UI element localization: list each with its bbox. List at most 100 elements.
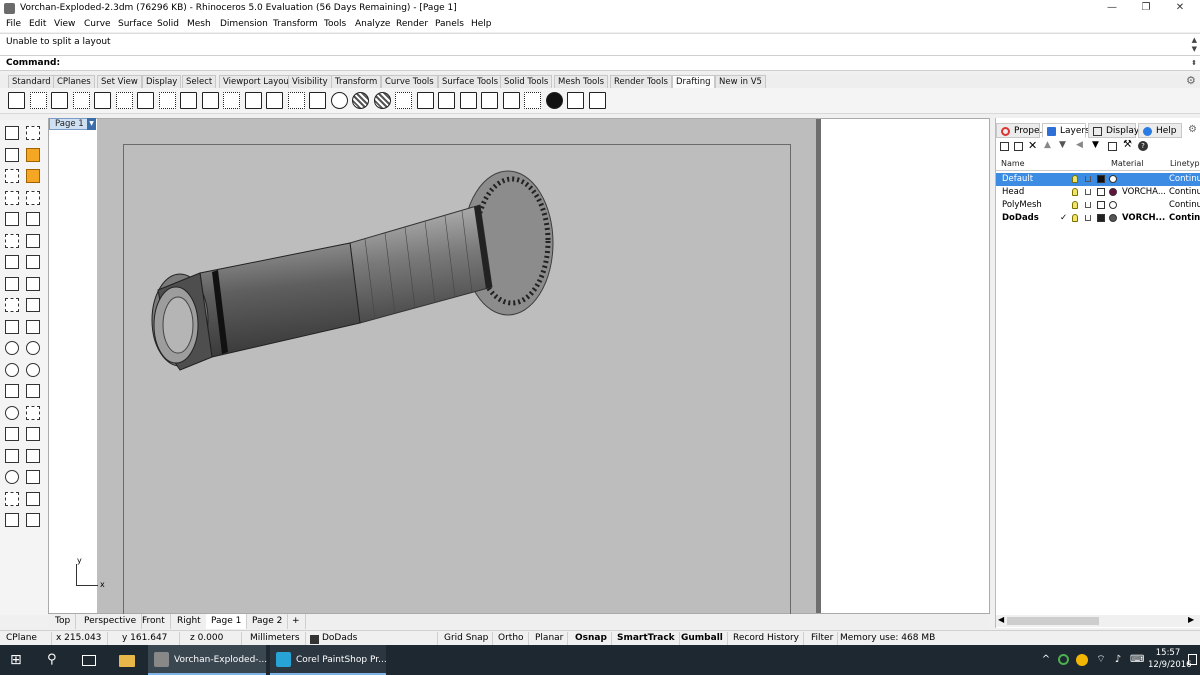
record-history-toggle[interactable]: Record History — [729, 632, 804, 646]
new-layout-icon[interactable] — [8, 92, 25, 109]
menu-transform[interactable]: Transform — [273, 19, 318, 29]
close-button[interactable]: ✕ — [1160, 0, 1200, 17]
freeform-icon[interactable] — [26, 233, 40, 248]
page-properties-icon[interactable] — [51, 92, 68, 109]
filter-toggle[interactable]: Filter — [807, 632, 839, 646]
text-object-icon[interactable] — [481, 92, 498, 109]
tab-page-2[interactable]: Page 2 — [247, 614, 289, 629]
recess-icon[interactable] — [416, 92, 434, 109]
windows-start-icon[interactable]: ⊞ — [10, 652, 26, 668]
make2d-icon[interactable] — [395, 92, 412, 109]
leader-icon[interactable] — [287, 92, 305, 109]
ortho-toggle[interactable]: Ortho — [494, 632, 529, 646]
layer-row[interactable]: PolyMesh Continuo — [996, 199, 1200, 212]
tab-standard[interactable]: Standard — [8, 75, 55, 88]
tab-perspective[interactable]: Perspective — [79, 614, 143, 629]
layer-linetype[interactable]: Continuo — [1169, 200, 1200, 210]
material-icon[interactable] — [1109, 188, 1117, 196]
tab-select[interactable]: Select — [182, 75, 217, 88]
circle-icon[interactable] — [26, 190, 40, 205]
bulb-icon[interactable] — [1072, 201, 1078, 209]
print-setup-icon[interactable] — [588, 92, 606, 109]
tab-drafting[interactable]: Drafting — [672, 75, 715, 88]
unlock-icon[interactable] — [1085, 215, 1091, 221]
delete-layer-icon[interactable]: ✕ — [1028, 139, 1037, 152]
layer-row[interactable]: DoDads✓ VORCH...Continuo — [996, 212, 1200, 225]
material-icon[interactable] — [1109, 214, 1117, 222]
page-icon[interactable] — [29, 92, 47, 109]
tab-surface-tools[interactable]: Surface Tools — [438, 75, 503, 88]
aligned-dimension-icon[interactable] — [137, 92, 154, 109]
menu-tools[interactable]: Tools — [324, 19, 346, 29]
menu-analyze[interactable]: Analyze — [355, 19, 390, 29]
rotate-icon[interactable] — [5, 362, 19, 377]
copy-layout-icon[interactable] — [72, 92, 90, 109]
material-icon[interactable] — [1109, 201, 1117, 209]
panel-tab-layers[interactable]: Layers — [1042, 123, 1090, 138]
menu-curve[interactable]: Curve — [84, 19, 111, 29]
radius-dimension-icon[interactable] — [201, 92, 219, 109]
layer-linetype[interactable]: Continuo — [1169, 187, 1200, 197]
ellipse-icon[interactable] — [26, 212, 40, 226]
cap-icon[interactable] — [26, 405, 40, 420]
tab-render-tools[interactable]: Render Tools — [610, 75, 672, 88]
layer-material[interactable]: VORCH... — [1122, 213, 1166, 223]
layer-help-icon[interactable]: ? — [1138, 141, 1148, 151]
layer-state-icon[interactable] — [1108, 142, 1117, 151]
scroll-up-icon[interactable]: ▲ — [1192, 36, 1197, 44]
move-up-icon[interactable]: ▲ — [1044, 140, 1051, 150]
model-render[interactable] — [140, 165, 570, 380]
text-icon[interactable] — [266, 92, 283, 109]
bulb-icon[interactable] — [1072, 214, 1078, 222]
scroll-down-icon[interactable]: ▼ — [1192, 45, 1197, 53]
panel-tab-display[interactable]: Display — [1088, 123, 1139, 138]
linear-dimension-icon[interactable] — [115, 92, 133, 109]
surface-icon[interactable] — [5, 255, 19, 269]
layer-color-swatch[interactable] — [1097, 201, 1105, 209]
filter-icon[interactable]: ▼ — [1092, 140, 1099, 150]
tab-mesh-tools[interactable]: Mesh Tools — [554, 75, 609, 88]
file-explorer-icon[interactable] — [119, 655, 135, 667]
new-layer-icon[interactable] — [1000, 142, 1009, 151]
cplane-label[interactable]: CPlane — [2, 632, 52, 646]
move-out-icon[interactable]: ◀ — [1076, 140, 1083, 150]
render-icon[interactable] — [5, 470, 19, 484]
sphere-icon[interactable] — [545, 92, 563, 109]
scale-icon[interactable] — [26, 362, 40, 377]
hatch-icon[interactable] — [352, 92, 369, 109]
menu-edit[interactable]: Edit — [29, 19, 46, 29]
ordinate-dimension-icon[interactable] — [244, 92, 262, 109]
layer-material[interactable]: VORCHA... — [1122, 187, 1166, 197]
add-layout-button[interactable]: + — [287, 614, 306, 629]
layer-linetype[interactable]: Continuo — [1169, 213, 1200, 223]
menu-view[interactable]: View — [54, 19, 75, 29]
menu-render[interactable]: Render — [396, 19, 428, 29]
header-material[interactable]: Material — [1111, 159, 1144, 168]
dimension-icon[interactable] — [26, 427, 40, 441]
layer-icon[interactable] — [5, 513, 19, 527]
tray-chrome-icon[interactable] — [1076, 654, 1088, 666]
header-linetype[interactable]: Linetype — [1170, 159, 1200, 168]
join-icon[interactable] — [26, 298, 40, 312]
analyze-icon[interactable] — [26, 448, 40, 463]
menu-solid[interactable]: Solid — [157, 19, 179, 29]
scroll-right-icon[interactable]: ▶ — [1188, 615, 1194, 624]
tab-curve-tools[interactable]: Curve Tools — [381, 75, 438, 88]
boolean-icon[interactable] — [5, 405, 19, 420]
tab-new-in-v5[interactable]: New in V5 — [715, 75, 766, 88]
task-view-icon[interactable] — [82, 655, 96, 666]
tray-chevron-icon[interactable]: ^ — [1040, 654, 1052, 666]
viewport-menu-icon[interactable]: ▼ — [87, 118, 96, 130]
unlock-icon[interactable] — [1085, 189, 1091, 195]
panel-gear-icon[interactable]: ⚙ — [1188, 124, 1197, 135]
tab-page-1[interactable]: Page 1 — [206, 614, 248, 629]
layer-name[interactable]: PolyMesh — [1002, 200, 1062, 210]
bulb-icon[interactable] — [1072, 188, 1078, 196]
array-icon[interactable] — [26, 384, 40, 398]
tab-top[interactable]: Top — [50, 614, 77, 629]
text-box-icon[interactable] — [459, 92, 477, 109]
trim-icon[interactable] — [26, 276, 40, 291]
light-icon[interactable] — [26, 470, 40, 484]
curve-icon[interactable] — [26, 147, 40, 162]
layer-scroll-thumb[interactable] — [1007, 617, 1099, 625]
